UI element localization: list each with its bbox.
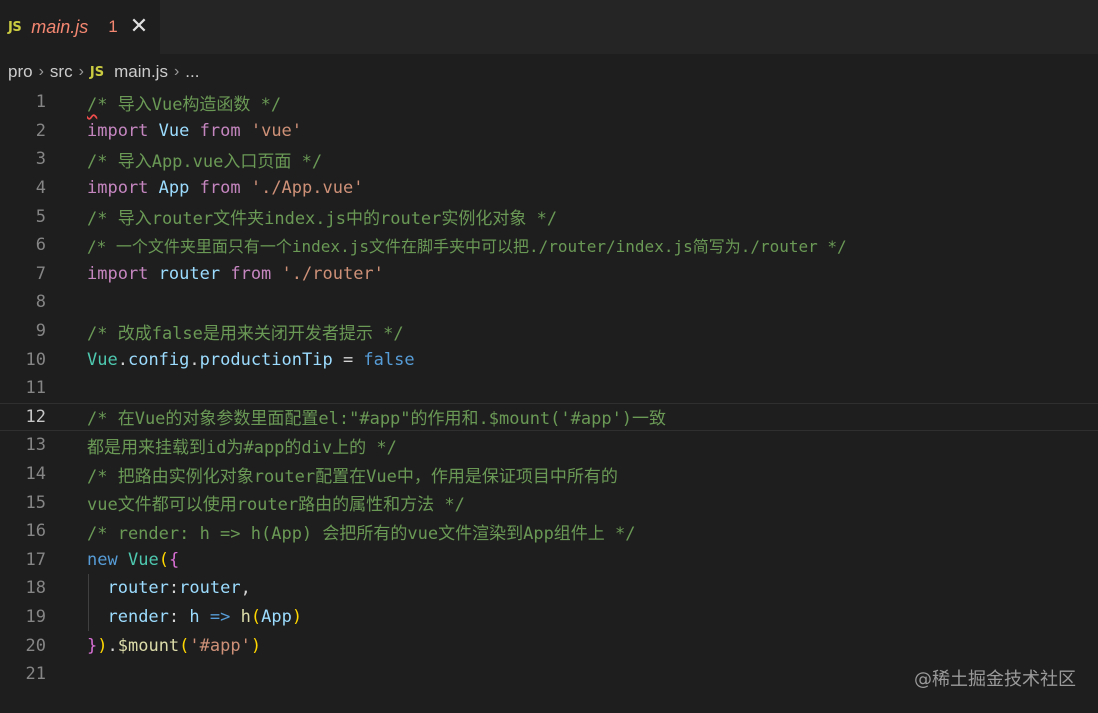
code-line: 1 /* 导入Vue构造函数 */ — [0, 88, 1098, 117]
line-number: 10 — [25, 349, 46, 370]
line-number: 14 — [25, 464, 46, 485]
code-line: 15 vue文件都可以使用router路由的属性和方法 */ — [0, 488, 1098, 517]
code-text: router:router, — [107, 578, 251, 599]
js-file-icon: JS — [89, 64, 105, 80]
code-text: /* 一个文件夹里面只有一个index.js文件在脚手夹中可以把./router… — [87, 237, 847, 257]
code-text: 都是用来挂载到id为#app的div上的 */ — [87, 437, 397, 458]
code-line-current: 12 /* 在Vue的对象参数里面配置el:"#app"的作用和.$mount(… — [0, 403, 1098, 432]
editor-tab-bar: JS main.js 1 ✕ — [0, 0, 1098, 54]
code-line: 3 /* 导入App.vue入口页面 */ — [0, 145, 1098, 174]
code-line: 6 /* 一个文件夹里面只有一个index.js文件在脚手夹中可以把./rout… — [0, 231, 1098, 260]
code-text: /* 改成false是用来关闭开发者提示 */ — [87, 323, 404, 344]
code-text: /* 在Vue的对象参数里面配置el:"#app"的作用和.$mount('#a… — [87, 409, 667, 430]
line-number: 15 — [25, 492, 46, 513]
close-icon[interactable]: ✕ — [130, 16, 148, 38]
problem-count-badge: 1 — [108, 17, 118, 36]
breadcrumb: pro › src › JS main.js › ... — [0, 54, 1098, 90]
code-text: /* render: h => h(App) 会把所有的vue文件渲染到App组… — [87, 523, 636, 544]
line-number: 12 — [25, 406, 46, 427]
code-line: 17 new Vue({ — [0, 546, 1098, 575]
line-number: 8 — [35, 292, 46, 313]
line-number: 20 — [25, 635, 46, 656]
line-number: 1 — [35, 92, 46, 113]
chevron-right-icon: › — [38, 63, 44, 80]
code-line: 5 /* 导入router文件夹index.js中的router实例化对象 */ — [0, 202, 1098, 231]
code-text: /* 导入router文件夹index.js中的router实例化对象 */ — [87, 209, 558, 230]
line-number: 18 — [25, 578, 46, 599]
code-line: 20 }).$mount('#app') — [0, 631, 1098, 660]
code-line: 8 — [0, 288, 1098, 317]
code-line: 4 import App from './App.vue' — [0, 174, 1098, 203]
code-text: import router from './router' — [87, 263, 384, 284]
code-text: import App from './App.vue' — [87, 178, 364, 199]
code-line: 14 /* 把路由实例化对象router配置在Vue中，作用是保证项目中所有的 — [0, 460, 1098, 489]
code-line: 2 import Vue from 'vue' — [0, 117, 1098, 146]
line-number: 13 — [25, 435, 46, 456]
code-text: new Vue({ — [87, 549, 180, 570]
line-number: 7 — [35, 263, 46, 284]
code-line: 9 /* 改成false是用来关闭开发者提示 */ — [0, 317, 1098, 346]
line-number: 2 — [35, 120, 46, 141]
code-text: Vue.config.productionTip = false — [87, 349, 415, 370]
code-text: /* 导入App.vue入口页面 */ — [87, 151, 323, 172]
chevron-right-icon: › — [173, 63, 180, 80]
code-text: }).$mount('#app') — [87, 635, 262, 656]
code-line: 18 router:router, — [0, 574, 1098, 603]
code-text: render: h => h(App) — [107, 607, 303, 628]
code-text: /* 导入Vue构造函数 */ — [87, 94, 282, 115]
line-number: 21 — [25, 664, 46, 685]
breadcrumb-item-symbols[interactable]: ... — [185, 62, 199, 82]
code-text: /* 把路由实例化对象router配置在Vue中，作用是保证项目中所有的 — [87, 466, 618, 487]
line-number: 17 — [25, 549, 46, 570]
breadcrumb-item-pro[interactable]: pro — [8, 62, 33, 82]
code-line: 13 都是用来挂载到id为#app的div上的 */ — [0, 431, 1098, 460]
line-number: 19 — [25, 607, 46, 628]
tab-main-js[interactable]: JS main.js 1 ✕ — [0, 0, 160, 54]
tab-filename: main.js — [31, 16, 89, 37]
js-file-icon: JS — [8, 19, 22, 35]
code-line: 16 /* render: h => h(App) 会把所有的vue文件渲染到A… — [0, 517, 1098, 546]
code-line: 11 — [0, 374, 1098, 403]
code-line: 10 Vue.config.productionTip = false — [0, 345, 1098, 374]
line-number: 6 — [35, 235, 46, 256]
line-number: 3 — [35, 149, 46, 170]
line-number: 11 — [25, 378, 46, 399]
code-text: vue文件都可以使用router路由的属性和方法 */ — [87, 495, 465, 516]
line-number: 4 — [35, 178, 46, 199]
code-editor[interactable]: 1 /* 导入Vue构造函数 */ 2 import Vue from 'vue… — [0, 88, 1098, 713]
line-number: 5 — [35, 206, 46, 227]
code-text: import Vue from 'vue' — [87, 120, 303, 141]
watermark: @稀土掘金技术社区 — [914, 669, 1076, 690]
code-line: 7 import router from './router' — [0, 260, 1098, 289]
chevron-right-icon: › — [78, 63, 84, 80]
line-number: 9 — [35, 321, 46, 342]
breadcrumb-item-main-js[interactable]: main.js — [114, 62, 168, 82]
breadcrumb-item-src[interactable]: src — [50, 62, 73, 82]
line-number: 16 — [25, 521, 46, 542]
code-line: 19 render: h => h(App) — [0, 603, 1098, 632]
